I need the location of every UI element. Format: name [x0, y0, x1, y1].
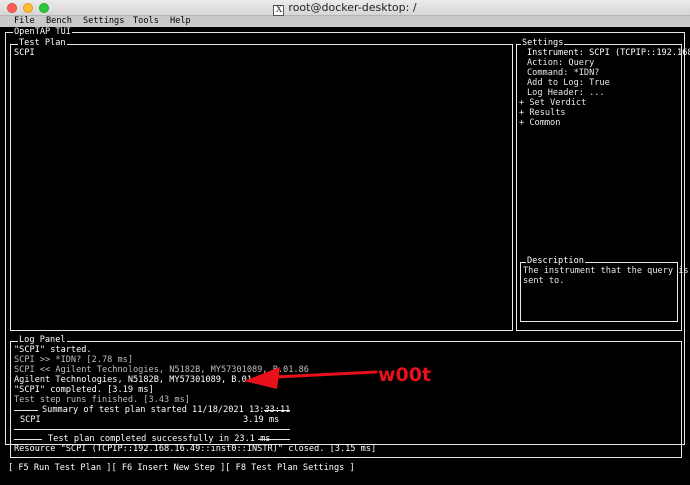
function-key-bar[interactable]: [ F5 Run Test Plan ][ F6 Insert New Step…	[8, 463, 355, 473]
description-label: Description	[526, 256, 585, 266]
red-arrow-annotation	[244, 367, 378, 389]
menu-bar: File Bench Settings Tools Help	[0, 16, 690, 27]
menu-tools[interactable]: Tools	[133, 16, 159, 27]
completed-rule-left	[14, 439, 42, 440]
menu-bench[interactable]: Bench	[46, 16, 72, 27]
test-plan-panel[interactable]	[10, 44, 513, 331]
summary-step-name: SCPI	[20, 415, 41, 425]
settings-label: Settings	[521, 38, 565, 48]
menu-file[interactable]: File	[14, 16, 35, 27]
terminal[interactable]: File Bench Settings Tools Help OpenTAP T…	[0, 16, 690, 485]
log-line: SCPI >> *IDN? [2.78 ms]	[14, 355, 133, 365]
setting-log-header[interactable]: Log Header: ...	[527, 88, 605, 98]
log-line: Agilent Technologies, N5182B, MY57301089…	[14, 375, 268, 385]
log-line: Test step runs finished. [3.43 ms]	[14, 395, 190, 405]
setting-instrument[interactable]: Instrument: SCPI (TCPIP::192.168.	[527, 48, 690, 58]
plan-completed-message: Test plan completed successfully in 23.1…	[48, 434, 271, 444]
completed-rule-right	[258, 439, 290, 440]
resource-closed-message: Resource "SCPI (TCPIP::192.168.16.49::in…	[14, 444, 377, 454]
setting-add-to-log[interactable]: Add to Log: True	[527, 78, 610, 88]
setting-group-common[interactable]: + Common	[519, 118, 560, 128]
description-line-1: The instrument that the query is	[523, 266, 689, 276]
summary-rule-left	[14, 410, 38, 411]
log-panel-label: Log Panel	[18, 335, 67, 345]
log-line: "SCPI" started.	[14, 345, 92, 355]
app-title: OpenTAP TUI	[13, 27, 72, 37]
summary-rule-right	[264, 410, 290, 411]
annotation-text: w00t	[378, 364, 432, 386]
setting-group-results[interactable]: + Results	[519, 108, 566, 118]
setting-group-set-verdict[interactable]: + Set Verdict	[519, 98, 586, 108]
menu-help[interactable]: Help	[170, 16, 191, 27]
window-titlebar[interactable]: Xroot@docker-desktop: /	[0, 0, 690, 16]
window-title: root@docker-desktop: /	[288, 1, 417, 14]
summary-divider	[14, 429, 290, 430]
description-line-2: sent to.	[523, 276, 565, 286]
test-step-item[interactable]: SCPI	[14, 48, 35, 58]
log-line: "SCPI" completed. [3.19 ms]	[14, 385, 154, 395]
summary-step-time: 3.19 ms	[243, 415, 280, 425]
setting-action[interactable]: Action: Query	[527, 58, 594, 68]
test-plan-label: Test Plan	[18, 38, 67, 48]
setting-command[interactable]: Command: *IDN?	[527, 68, 599, 78]
summary-title: Summary of test plan started 11/18/2021 …	[42, 405, 291, 415]
menu-settings[interactable]: Settings	[83, 16, 124, 27]
x11-icon: X	[273, 5, 285, 16]
